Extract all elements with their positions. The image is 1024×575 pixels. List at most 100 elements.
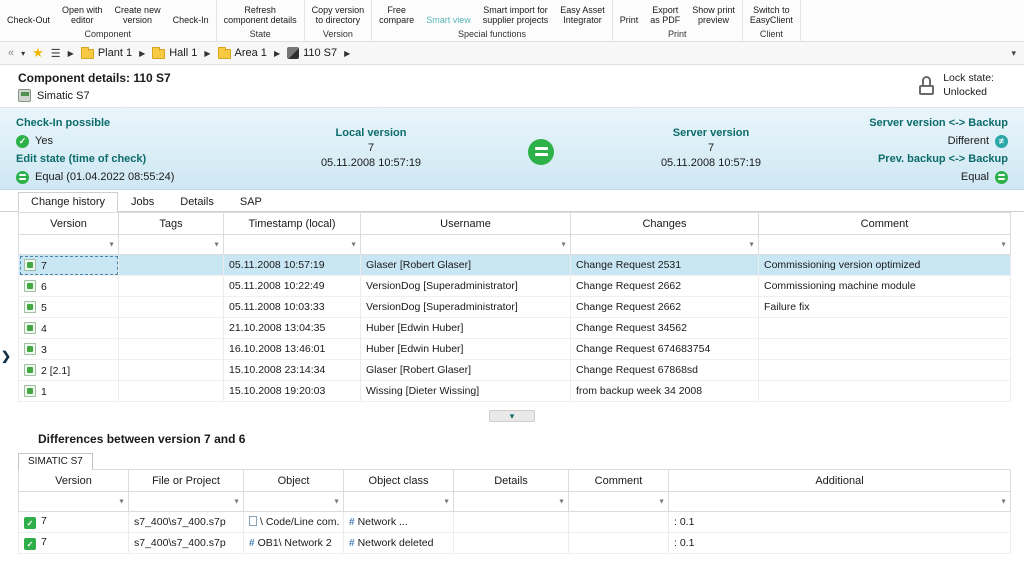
switch-to-easyclient-button[interactable]: Switch to EasyClient — [748, 5, 795, 27]
dropdown-arrow-icon: ▼ — [350, 241, 357, 248]
table-row[interactable]: ✓7s7_400\s7_400.s7p#OB1\ Network 2#Netwo… — [19, 533, 1011, 554]
dropdown-arrow-icon: ▼ — [333, 498, 340, 505]
filter-cell-object[interactable]: ▼ — [244, 492, 344, 512]
toolbar-group-label: Component — [5, 27, 211, 41]
cell-details — [454, 533, 569, 554]
version-number: 5 — [41, 302, 47, 314]
column-header-changes[interactable]: Changes — [571, 213, 759, 235]
filter-cell-additional[interactable]: ▼ — [669, 492, 1011, 512]
column-header-tags[interactable]: Tags — [119, 213, 224, 235]
filter-row: ▼▼▼▼▼▼ — [19, 235, 1011, 255]
cell-file: s7_400\s7_400.s7p — [129, 533, 244, 554]
header-row: VersionFile or ProjectObjectObject class… — [19, 470, 1011, 492]
column-header-additional[interactable]: Additional — [669, 470, 1011, 492]
column-header-version[interactable]: Version — [19, 470, 129, 492]
favorites-star-icon[interactable]: ★ — [32, 45, 44, 61]
column-header-file-or-project[interactable]: File or Project — [129, 470, 244, 492]
table-row[interactable]: 2 [2.1]15.10.2008 23:14:34Glaser [Robert… — [19, 360, 1011, 381]
cell-details — [454, 512, 569, 533]
check-in-button[interactable]: Check-In — [171, 15, 211, 27]
column-header-object[interactable]: Object — [244, 470, 344, 492]
dropdown-arrow-icon: ▼ — [118, 498, 125, 505]
smart-view-button[interactable]: Smart view — [424, 15, 473, 27]
tree-expander-icon[interactable]: ❯ — [0, 346, 12, 366]
history-dropdown-icon[interactable]: ▾ — [21, 49, 25, 58]
filter-cell-version[interactable]: ▼ — [19, 492, 129, 512]
toolbar-group-version: Copy version to directoryVersion — [305, 0, 373, 41]
component-details-panel: Component details: 110 S7 Simatic S7 Loc… — [0, 65, 1024, 108]
check-out-button[interactable]: Check-Out — [5, 15, 52, 27]
breadcrumb-dropdown-icon[interactable]: ▾ — [1011, 48, 1016, 59]
filter-cell-comment[interactable]: ▼ — [759, 235, 1011, 255]
table-row[interactable]: 115.10.2008 19:20:03Wissing [Dieter Wiss… — [19, 381, 1011, 402]
tab-sap[interactable]: SAP — [227, 192, 275, 212]
cell-comment — [759, 360, 1011, 381]
print-button[interactable]: Print — [618, 15, 641, 27]
server-version-number: 7 — [616, 141, 806, 156]
history-back-icon[interactable]: « — [8, 47, 14, 59]
tab-jobs[interactable]: Jobs — [118, 192, 167, 212]
refresh-component-details-button[interactable]: Refresh component details — [222, 5, 299, 27]
cell-version: 6 — [19, 276, 119, 297]
cell-username: Huber [Edwin Huber] — [361, 339, 571, 360]
cell-comment — [759, 339, 1011, 360]
tab-details[interactable]: Details — [167, 192, 227, 212]
edit-state-value: Equal (01.04.2022 08:55:24) — [35, 168, 174, 186]
filter-cell-tags[interactable]: ▼ — [119, 235, 224, 255]
cell-tags — [119, 318, 224, 339]
column-header-username[interactable]: Username — [361, 213, 571, 235]
local-version-timestamp: 05.11.2008 10:57:19 — [276, 156, 466, 171]
version-number: 4 — [41, 323, 47, 335]
table-row[interactable]: 505.11.2008 10:03:33VersionDog [Superadm… — [19, 297, 1011, 318]
free-compare-button[interactable]: Free compare — [377, 5, 416, 27]
filter-cell-changes[interactable]: ▼ — [571, 235, 759, 255]
breadcrumb-item-hall-1[interactable]: Hall 1 — [152, 47, 197, 59]
copy-version-to-directory-button[interactable]: Copy version to directory — [310, 5, 367, 27]
smart-import-for-supplier-projects-button[interactable]: Smart import for supplier projects — [481, 5, 551, 27]
table-row[interactable]: 316.10.2008 13:46:01Huber [Edwin Huber]C… — [19, 339, 1011, 360]
column-header-comment[interactable]: Comment — [759, 213, 1011, 235]
column-header-timestamp-local[interactable]: Timestamp (local) — [224, 213, 361, 235]
breadcrumb-item-area-1[interactable]: Area 1 — [218, 47, 267, 59]
show-print-preview-button[interactable]: Show print preview — [690, 5, 737, 27]
column-header-version[interactable]: Version — [19, 213, 119, 235]
open-with-editor-button[interactable]: Open with editor — [60, 5, 105, 27]
collapse-table-button[interactable]: ▾ — [489, 410, 535, 422]
breadcrumb-item-110-s7[interactable]: 110 S7 — [287, 47, 337, 59]
filter-cell-username[interactable]: ▼ — [361, 235, 571, 255]
export-as-pdf-button[interactable]: Export as PDF — [648, 5, 682, 27]
tab-change-history[interactable]: Change history — [18, 192, 118, 212]
tab-simatic-s7[interactable]: SIMATIC S7 — [18, 453, 93, 470]
toolbar-group-state: Refresh component detailsState — [217, 0, 305, 41]
table-row[interactable]: ✓7s7_400\s7_400.s7p\ Code/Line com.#Netw… — [19, 512, 1011, 533]
dropdown-arrow-icon: ▼ — [558, 498, 565, 505]
tree-menu-icon[interactable]: ☰ — [51, 47, 61, 60]
cell-file: s7_400\s7_400.s7p — [129, 512, 244, 533]
cell-tags — [119, 276, 224, 297]
component-icon — [287, 47, 299, 59]
table-row[interactable]: 705.11.2008 10:57:19Glaser [Robert Glase… — [19, 255, 1011, 276]
cell-tags — [119, 381, 224, 402]
column-header-details[interactable]: Details — [454, 470, 569, 492]
create-new-version-button[interactable]: Create new version — [113, 5, 163, 27]
filter-cell-file-or-project[interactable]: ▼ — [129, 492, 244, 512]
filter-cell-details[interactable]: ▼ — [454, 492, 569, 512]
cell-changes: Change Request 674683754 — [571, 339, 759, 360]
column-header-comment[interactable]: Comment — [569, 470, 669, 492]
checkin-possible-value: Yes — [35, 132, 53, 150]
breadcrumb-item-plant-1[interactable]: Plant 1 — [81, 47, 132, 59]
column-header-object-class[interactable]: Object class — [344, 470, 454, 492]
filter-cell-timestamp-local[interactable]: ▼ — [224, 235, 361, 255]
filter-cell-version[interactable]: ▼ — [19, 235, 119, 255]
filter-cell-comment[interactable]: ▼ — [569, 492, 669, 512]
version-number: 7 — [41, 260, 47, 272]
table-row[interactable]: 605.11.2008 10:22:49VersionDog [Superadm… — [19, 276, 1011, 297]
dropdown-arrow-icon: ▼ — [443, 498, 450, 505]
filter-cell-object-class[interactable]: ▼ — [344, 492, 454, 512]
cell-timestamp: 05.11.2008 10:57:19 — [224, 255, 361, 276]
server-backup-label: Server version <-> Backup — [869, 114, 1008, 132]
dropdown-arrow-icon: ▼ — [748, 241, 755, 248]
cell-comment: Commissioning version optimized — [759, 255, 1011, 276]
easy-asset-integrator-button[interactable]: Easy Asset Integrator — [558, 5, 607, 27]
table-row[interactable]: 421.10.2008 13:04:35Huber [Edwin Huber]C… — [19, 318, 1011, 339]
